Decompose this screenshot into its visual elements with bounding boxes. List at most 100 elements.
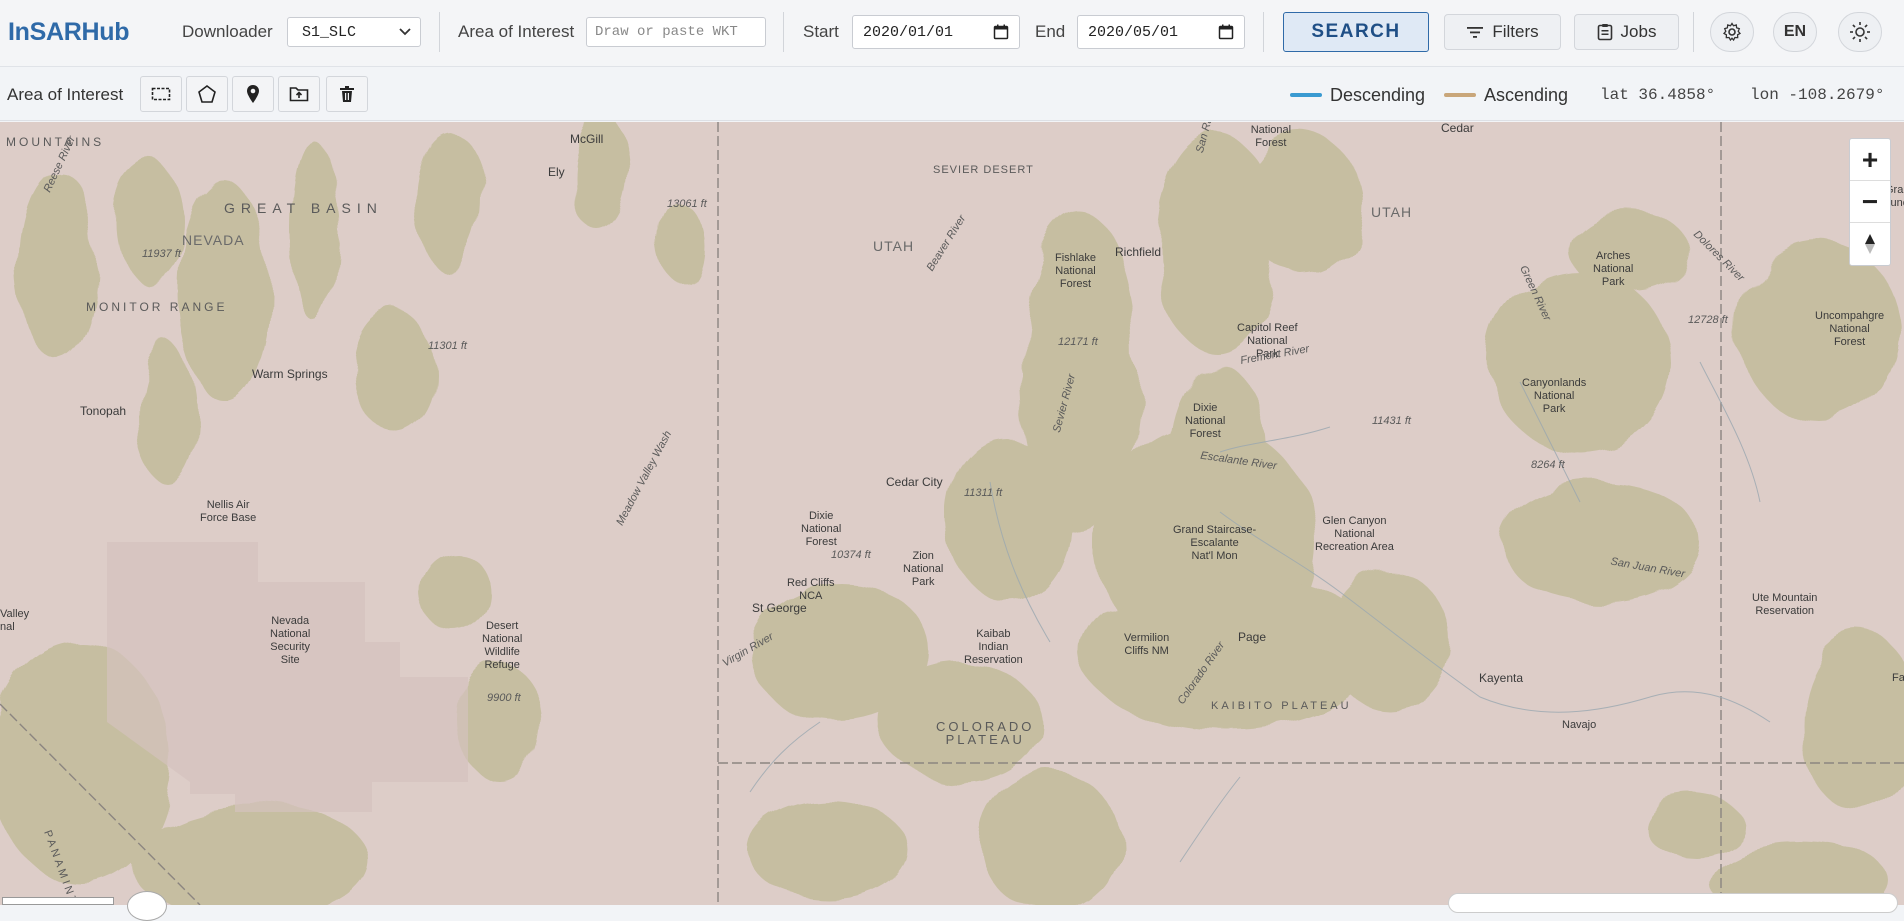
calendar-icon[interactable]: [1218, 24, 1234, 40]
latitude-readout: lat 36.4858°: [1600, 86, 1716, 104]
map-label: 11431 ft: [1372, 415, 1411, 427]
map-label: SEVIER DESERT: [933, 164, 1034, 176]
top-bar: InSARHub Downloader S1_SLC Area of Inter…: [0, 0, 1904, 67]
aoi-toolbar-label: Area of Interest: [7, 85, 124, 104]
filters-button[interactable]: Filters: [1444, 14, 1561, 50]
downloader-value: S1_SLC: [302, 24, 357, 41]
map-label: Valley nal: [0, 608, 30, 633]
bottom-panel-handle[interactable]: [1448, 893, 1898, 913]
map-label: 12171 ft: [1058, 336, 1098, 348]
map-pin-icon: [247, 85, 259, 103]
aoi-toolbar: Area of Interest Descending Ascending la…: [0, 67, 1904, 121]
map-label: COLORADO PLATEAU: [936, 719, 1035, 747]
map-label: Dixie National Forest: [1185, 402, 1226, 440]
map-label: Nellis Air Force Base: [200, 499, 257, 524]
scale-bar: [2, 897, 114, 905]
gear-icon: [1722, 22, 1742, 42]
map-label: 12728 ft: [1688, 314, 1728, 326]
divider: [439, 12, 440, 52]
map-label: Warm Springs: [252, 367, 328, 381]
longitude-readout: lon -108.2679°: [1750, 86, 1885, 104]
map-label: MOUNTAINS: [6, 135, 105, 149]
map-label: 8264 ft: [1531, 459, 1565, 471]
map-label: Tonopah: [80, 404, 127, 418]
settings-button[interactable]: [1710, 12, 1754, 52]
compass-button[interactable]: [1850, 223, 1890, 265]
polygon-icon: [198, 85, 216, 103]
map-label: 13061 ft: [667, 198, 707, 210]
clipboard-icon: [1597, 24, 1612, 41]
chevron-down-icon: [399, 28, 411, 36]
divider: [783, 12, 784, 52]
calendar-icon[interactable]: [993, 24, 1009, 40]
map-label: Desert National Wildlife Refuge: [482, 620, 523, 671]
trash-icon: [340, 86, 354, 102]
sun-icon: [1850, 22, 1870, 42]
filters-label: Filters: [1492, 22, 1539, 41]
start-date-value: 2020/01/01: [863, 24, 954, 41]
aoi-header-label: Area of Interest: [458, 22, 575, 41]
zoom-control: + −: [1849, 138, 1891, 266]
map-label: 11937 ft: [142, 248, 181, 260]
map-label: Ute Mountain Reservation: [1752, 592, 1818, 617]
downloader-label: Downloader: [182, 22, 273, 41]
divider: [1693, 12, 1694, 52]
ascending-legend-swatch: [1444, 93, 1476, 97]
map-label: McGill: [570, 132, 604, 146]
map-label: 9900 ft: [487, 692, 521, 704]
map-label: Zion National Park: [903, 550, 944, 588]
ascending-legend-label: Ascending: [1484, 85, 1569, 105]
start-label: Start: [803, 22, 839, 41]
map-label: Ely: [548, 165, 565, 179]
map-label: NEVADA: [182, 232, 245, 248]
theme-toggle-button[interactable]: [1838, 12, 1882, 52]
map-label: St George: [752, 601, 807, 615]
map-label: Kayenta: [1479, 671, 1524, 685]
map-label: Dixie National Forest: [801, 510, 842, 548]
end-label: End: [1035, 22, 1066, 41]
map-label: Manti-La Sal National Forest: [1240, 122, 1302, 149]
filter-icon: [1467, 27, 1484, 38]
zoom-out-button[interactable]: −: [1850, 181, 1890, 223]
map-label: Page: [1238, 630, 1267, 644]
map-label: Arches National Park: [1593, 250, 1634, 288]
map-label: Cedar City: [886, 475, 943, 489]
draw-rectangle-button[interactable]: [140, 76, 182, 112]
jobs-button[interactable]: Jobs: [1574, 14, 1679, 50]
map-overlay-button[interactable]: [127, 891, 167, 921]
map-label: Red Cliffs NCA: [787, 577, 835, 602]
end-date-value: 2020/05/01: [1088, 24, 1179, 41]
start-date-input[interactable]: 2020/01/01: [852, 15, 1020, 49]
map-label: Cedar: [1441, 122, 1474, 135]
map-label: GREAT BASIN: [224, 200, 383, 216]
end-date-input[interactable]: 2020/05/01: [1077, 15, 1245, 49]
downloader-select[interactable]: S1_SLC: [287, 17, 421, 47]
map-label: Nevada National Security Site: [270, 615, 311, 666]
divider: [1263, 12, 1264, 52]
map-label: MONITOR RANGE: [86, 300, 228, 314]
draw-point-button[interactable]: [232, 76, 274, 112]
map-label: Richfield: [1115, 245, 1162, 259]
map-label: Uncompahgre National Forest: [1815, 310, 1885, 348]
map-label: 11301 ft: [428, 340, 467, 352]
map-label: Canyonlands National Park: [1522, 377, 1587, 415]
map-label: Grand Staircase- Escalante Nat'l Mon: [1173, 524, 1257, 562]
folder-upload-icon: [289, 87, 309, 102]
map-canvas[interactable]: MOUNTAINS McGill Ely GREAT BASIN NEVADA …: [0, 122, 1904, 905]
clear-aoi-button[interactable]: [326, 76, 368, 112]
map-label: UTAH: [1371, 204, 1413, 220]
compass-icon: [1865, 234, 1875, 254]
map-label: UTAH: [873, 238, 915, 254]
map-label: Glen Canyon National Recreation Area: [1315, 515, 1394, 553]
zoom-in-button[interactable]: +: [1850, 139, 1890, 181]
aoi-wkt-input[interactable]: [586, 17, 766, 47]
map-label: KAIBITO PLATEAU: [1211, 700, 1352, 712]
map-label: Vermilion Cliffs NM: [1124, 632, 1170, 657]
language-button[interactable]: EN: [1773, 12, 1817, 52]
upload-file-button[interactable]: [278, 76, 320, 112]
search-button[interactable]: SEARCH: [1283, 12, 1429, 52]
map-label: Kaibab Indian Reservation: [964, 628, 1023, 666]
map-label: Fishlake National Forest: [1055, 252, 1096, 290]
draw-polygon-button[interactable]: [186, 76, 228, 112]
descending-legend-label: Descending: [1330, 85, 1426, 105]
